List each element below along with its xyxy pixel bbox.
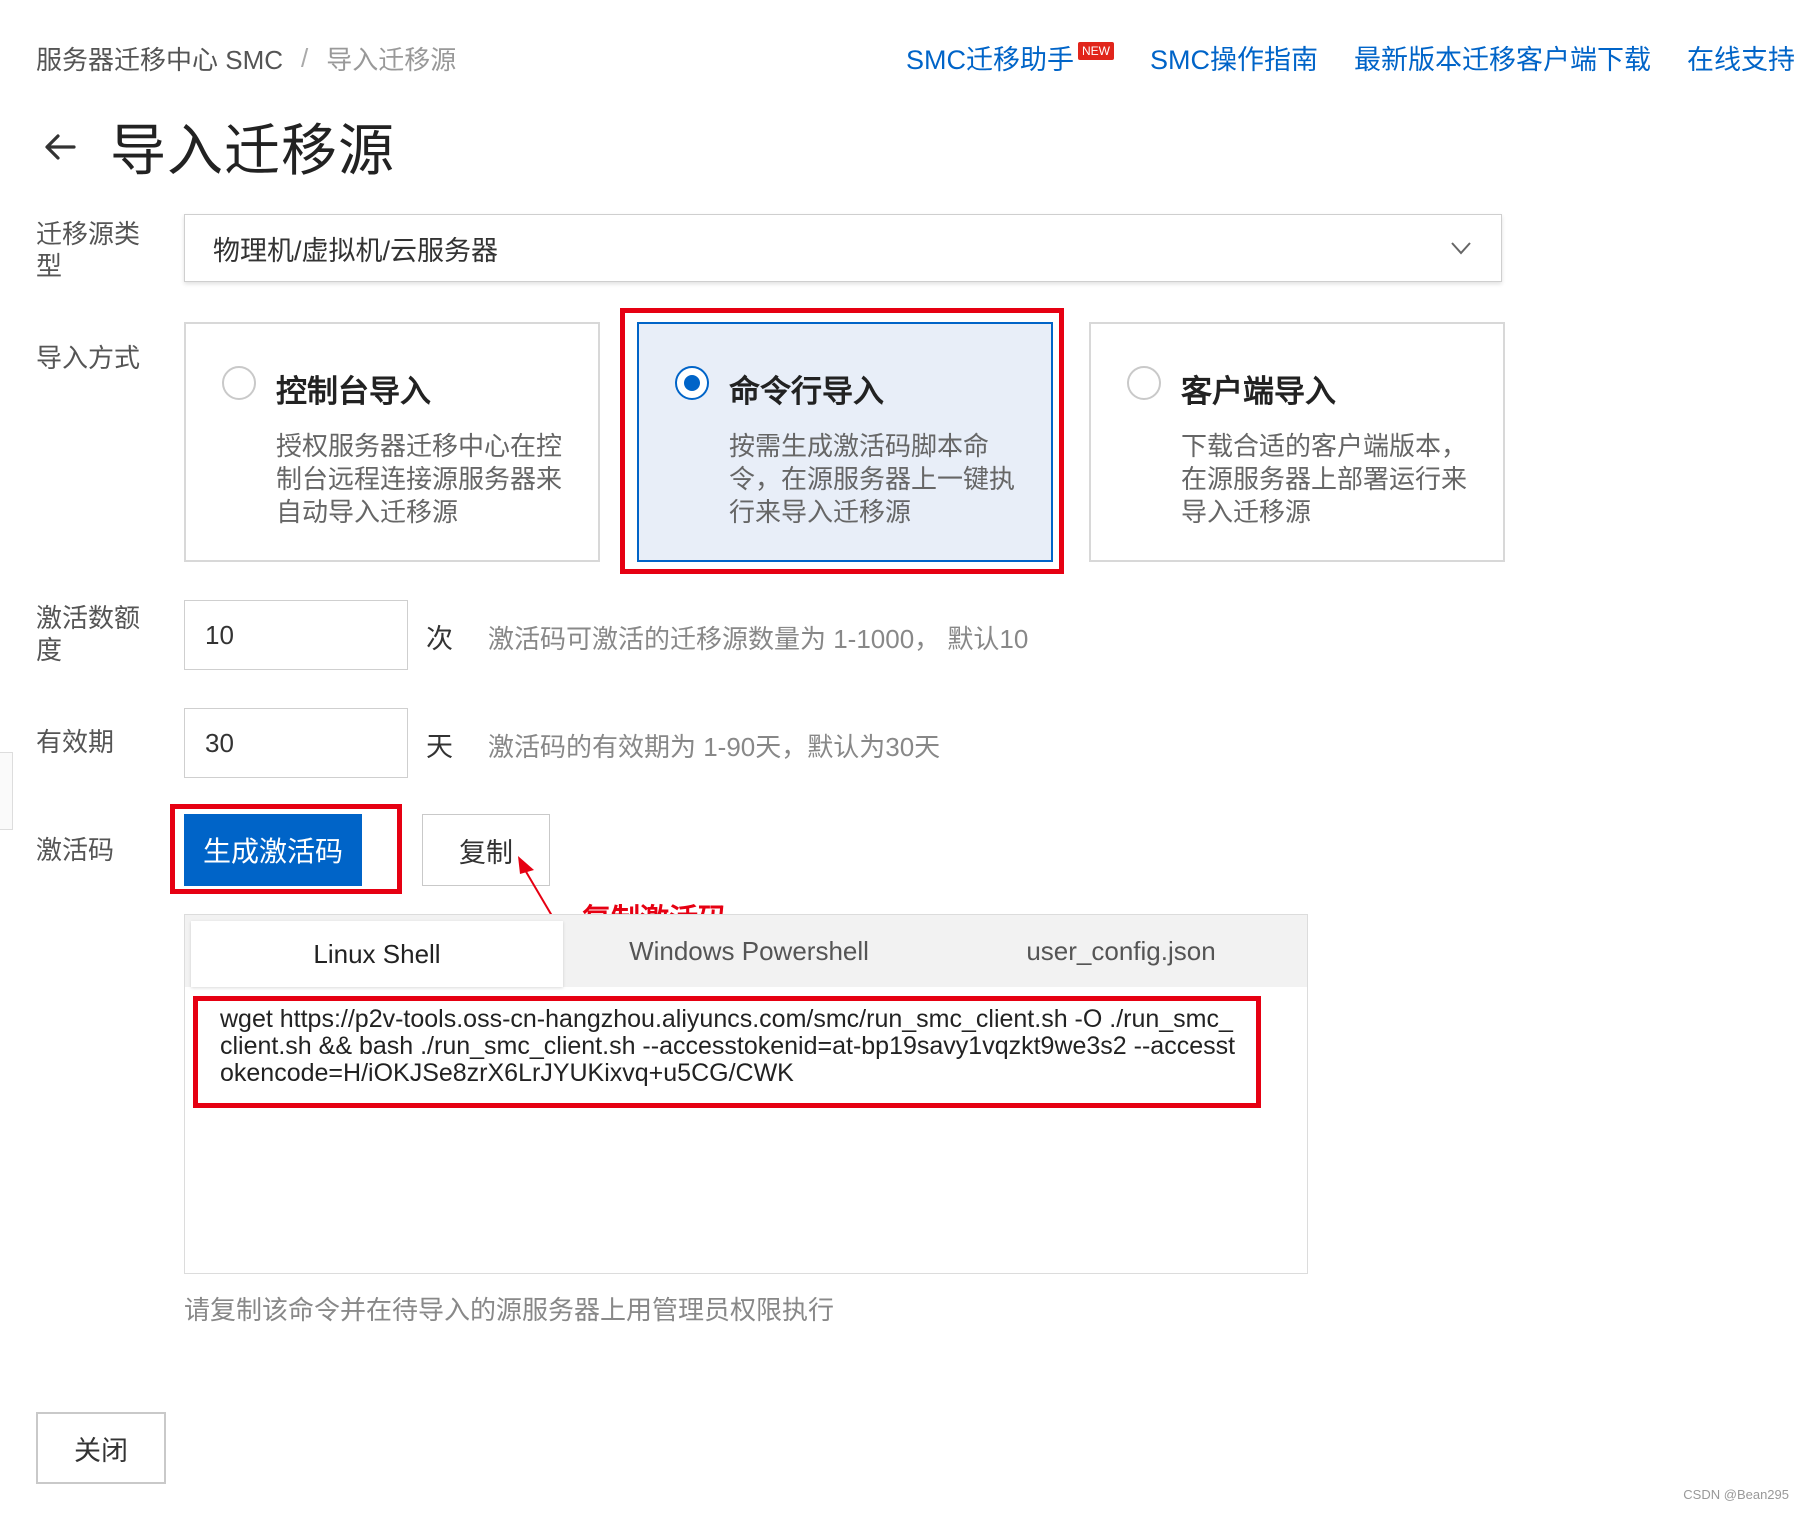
source-type-select[interactable]: 物理机/虚拟机/云服务器 <box>184 214 1502 282</box>
source-type-label: 迁移源类型 <box>36 219 141 281</box>
option-card-cli[interactable]: 命令行导入 按需生成激活码脚本命令，在源服务器上一键执行来导入迁移源 <box>637 322 1053 562</box>
smc-assistant-label: SMC迁移助手 <box>906 45 1074 75</box>
breadcrumb-separator: / <box>301 43 309 73</box>
import-method-label: 导入方式 <box>36 343 141 373</box>
option-card-console[interactable]: 控制台导入 授权服务器迁移中心在控制台远程连接源服务器来自动导入迁移源 <box>184 322 600 562</box>
smc-assistant-link[interactable]: SMC迁移助手 NEW <box>906 38 1114 77</box>
quota-hint: 激活码可激活的迁移源数量为 1-1000， 默认10 <box>488 624 1029 654</box>
quota-label: 激活数额度 <box>36 603 141 665</box>
activation-label: 激活码 <box>36 835 115 865</box>
code-panel: Linux Shell Windows Powershell user_conf… <box>184 914 1308 1274</box>
breadcrumb: 服务器迁移中心 SMC / 导入迁移源 <box>36 40 456 77</box>
option-card-client[interactable]: 客户端导入 下载合适的客户端版本，在源服务器上部署运行来导入迁移源 <box>1089 322 1505 562</box>
radio-client[interactable] <box>1127 366 1161 400</box>
validity-hint: 激活码的有效期为 1-90天，默认为30天 <box>488 732 941 762</box>
validity-label: 有效期 <box>36 727 115 757</box>
option-title: 命令行导入 <box>729 374 884 409</box>
code-tabbar: Linux Shell Windows Powershell user_conf… <box>185 915 1307 987</box>
command-text[interactable]: wget https://p2v-tools.oss-cn-hangzhou.a… <box>220 1006 1240 1087</box>
radio-cli[interactable] <box>675 366 709 400</box>
breadcrumb-current: 导入迁移源 <box>326 45 457 75</box>
tab-user-config-json[interactable]: user_config.json <box>935 915 1307 987</box>
command-note: 请复制该命令并在待导入的源服务器上用管理员权限执行 <box>184 1295 835 1325</box>
side-collapse-handle[interactable] <box>0 752 13 830</box>
breadcrumb-root[interactable]: 服务器迁移中心 SMC <box>36 40 283 77</box>
source-type-value: 物理机/虚拟机/云服务器 <box>213 235 499 266</box>
close-button[interactable]: 关闭 <box>36 1412 166 1484</box>
new-badge: NEW <box>1078 42 1114 60</box>
client-download-link[interactable]: 最新版本迁移客户端下载 <box>1354 38 1651 77</box>
quota-input[interactable] <box>184 600 408 670</box>
validity-input[interactable] <box>184 708 408 778</box>
tab-windows-powershell[interactable]: Windows Powershell <box>563 915 935 987</box>
chevron-down-icon <box>1451 242 1471 255</box>
option-title: 控制台导入 <box>276 374 431 409</box>
radio-console[interactable] <box>222 366 256 400</box>
online-support-link[interactable]: 在线支持 <box>1687 38 1795 77</box>
option-title: 客户端导入 <box>1181 374 1336 409</box>
generate-activation-button[interactable]: 生成激活码 <box>184 814 362 886</box>
option-desc: 按需生成激活码脚本命令，在源服务器上一键执行来导入迁移源 <box>729 431 1016 527</box>
top-links: SMC迁移助手 NEW SMC操作指南 最新版本迁移客户端下载 在线支持 <box>906 38 1795 77</box>
watermark: CSDN @Bean295 <box>1683 1487 1789 1502</box>
quota-unit: 次 <box>426 624 453 654</box>
tab-linux-shell[interactable]: Linux Shell <box>191 921 563 987</box>
option-desc: 下载合适的客户端版本，在源服务器上部署运行来导入迁移源 <box>1181 431 1468 527</box>
page-title: 导入迁移源 <box>110 119 395 182</box>
option-desc: 授权服务器迁移中心在控制台远程连接源服务器来自动导入迁移源 <box>276 431 563 527</box>
smc-guide-link[interactable]: SMC操作指南 <box>1150 38 1318 77</box>
validity-unit: 天 <box>426 732 453 762</box>
title-row: 导入迁移源 <box>40 106 395 187</box>
back-arrow-icon[interactable] <box>40 127 80 167</box>
